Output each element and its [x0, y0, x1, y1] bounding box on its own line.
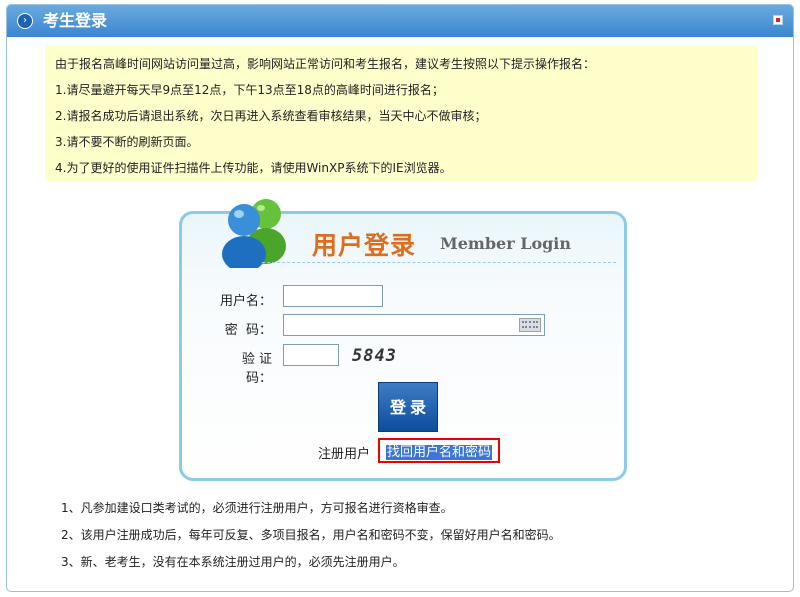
notice-line: 1.请尽量避开每天早9点至12点，下午13点至18点的高峰时间进行报名； — [55, 83, 444, 97]
footer-note: 2、该用户注册成功后，每年可反复、多项目报名，用户名和密码不变，保留好用户名和密… — [61, 528, 561, 542]
footer-note: 1、凡参加建设口类考试的，必须进行注册用户，方可报名进行资格审查。 — [61, 501, 453, 515]
notice-line: 3.请不要不断的刷新页面。 — [55, 135, 199, 149]
login-title: 用户登录 — [312, 231, 417, 260]
register-link[interactable]: 注册用户 — [318, 443, 370, 462]
password-label: 密 码： — [224, 323, 272, 338]
captcha-image[interactable]: 5843 — [352, 346, 397, 366]
footer-note: 3、新、老考生，没有在本系统注册过用户的，必须先注册用户。 — [61, 555, 405, 569]
keyboard-icon[interactable] — [519, 318, 541, 332]
notice-line: 2.请报名成功后请退出系统，次日再进入系统查看审核结果，当天中心不做审核； — [55, 109, 487, 123]
find-account-link[interactable]: 找回用户名和密码 — [378, 438, 501, 463]
notice-box: 由于报名高峰时间网站访问量过高，影响网站正常访问和考生报名，建议考生按照以下提示… — [45, 45, 757, 181]
find-account-label: 找回用户名和密码 — [386, 445, 493, 460]
password-input[interactable] — [283, 314, 545, 336]
captcha-input[interactable] — [283, 344, 339, 366]
login-title-en: Member Login — [440, 234, 572, 253]
arrow-right-icon: › — [17, 13, 33, 29]
page-title: 考生登录 — [43, 11, 108, 30]
login-button[interactable]: 登录 — [378, 382, 438, 432]
footer-notes: 1、凡参加建设口类考试的，必须进行注册用户，方可报名进行资格审查。 2、该用户注… — [61, 495, 561, 576]
users-icon — [222, 199, 286, 268]
username-label: 用户名： — [219, 294, 272, 309]
captcha-label: 验 证 码： — [241, 352, 272, 386]
notice-line: 4.为了更好的使用证件扫描件上传功能，请使用WinXP系统下的IE浏览器。 — [55, 161, 452, 175]
login-form: 用户登录 Member Login 用户名： 密 码： 验 证 码： 5843 … — [179, 199, 627, 481]
divider — [262, 262, 616, 264]
title-bar: › 考生登录 — [7, 5, 793, 37]
login-panel: › 考生登录 由于报名高峰时间网站访问量过高，影响网站正常访问和考生报名，建议考… — [6, 4, 794, 592]
username-input[interactable] — [283, 285, 383, 307]
notice-line: 由于报名高峰时间网站访问量过高，影响网站正常访问和考生报名，建议考生按照以下提示… — [55, 57, 596, 71]
close-icon[interactable] — [773, 15, 783, 25]
